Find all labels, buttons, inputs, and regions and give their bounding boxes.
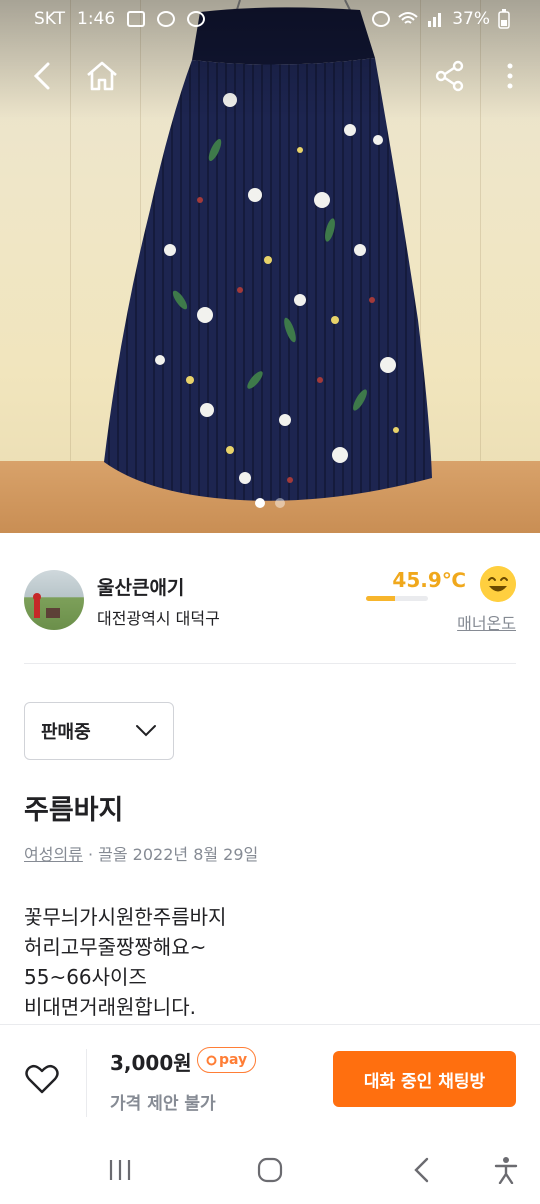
smile-face-icon <box>480 566 516 602</box>
like-button[interactable] <box>22 1059 62 1099</box>
wifi-icon <box>398 12 418 24</box>
post-meta: 여성의류 · 끌올 2022년 8월 29일 <box>24 841 258 865</box>
back-chevron-icon <box>414 1157 429 1183</box>
home-icon <box>87 61 117 91</box>
seller-location: 대전광역시 대덕구 <box>97 609 220 628</box>
avatar-photo <box>33 593 60 618</box>
carousel-indicator <box>0 498 540 508</box>
manner-temp-bar <box>366 596 428 601</box>
pay-logo-icon <box>206 1055 217 1065</box>
post-bump-date: · 끌올 2022년 8월 29일 <box>82 845 259 864</box>
more-vertical-icon <box>507 63 513 89</box>
accessibility-icon <box>494 1157 518 1184</box>
price: 3,000원 <box>110 1051 192 1075</box>
post-description: 꽃무늬가시원한주름바지 허리고무줄짱짱해요~ 55~66사이즈 비대면거래원합니… <box>24 905 227 1019</box>
divider <box>86 1049 87 1117</box>
battery-icon <box>498 9 510 29</box>
pay-badge-label: pay <box>219 1052 248 1068</box>
home-button[interactable] <box>76 50 128 102</box>
carousel-dot-active <box>255 498 265 508</box>
clock: 1:46 <box>77 9 116 29</box>
carousel-dot <box>275 498 285 508</box>
heart-icon <box>25 1064 59 1094</box>
recent-apps-button[interactable] <box>100 1152 140 1188</box>
manner-temp-fill <box>366 596 395 601</box>
carrier-label: SKT <box>34 9 66 29</box>
system-navigation-bar <box>0 1134 540 1204</box>
category-link[interactable]: 여성의류 <box>24 845 83 864</box>
gallery-icon <box>127 11 146 27</box>
more-button[interactable] <box>484 50 536 102</box>
share-button[interactable] <box>424 50 476 102</box>
price-offer-status: 가격 제안 불가 <box>110 1094 216 1114</box>
share-icon <box>435 60 464 92</box>
signal-icon <box>428 13 442 27</box>
sale-status-select[interactable]: 판매중 <box>24 702 174 760</box>
back-arrow-icon <box>33 62 50 90</box>
home-system-button[interactable] <box>250 1152 290 1188</box>
recent-apps-icon <box>109 1160 131 1180</box>
chat-rooms-button[interactable]: 대화 중인 채팅방 <box>333 1051 516 1107</box>
chat-bubble-icon <box>187 11 206 27</box>
seller-profile[interactable]: 울산큰애기 대전광역시 대덕구 45.9℃ 매너온도 <box>24 566 516 634</box>
battery-percent: 37% <box>452 9 490 29</box>
divider <box>24 663 516 664</box>
top-navigation <box>0 50 540 102</box>
back-button[interactable] <box>16 50 68 102</box>
manner-temp-link[interactable]: 매너온도 <box>457 610 516 634</box>
post-title: 주름바지 <box>24 795 124 826</box>
status-bar: SKT 1:46 37% <box>0 0 540 38</box>
bottom-action-bar: 3,000원 pay 가격 제안 불가 대화 중인 채팅방 <box>0 1024 540 1134</box>
chevron-down-icon <box>136 725 156 737</box>
pay-badge: pay <box>197 1047 257 1073</box>
manner-temperature: 45.9℃ <box>392 568 466 592</box>
sale-status-value: 판매중 <box>41 722 91 743</box>
accessibility-button[interactable] <box>486 1152 526 1188</box>
avatar[interactable] <box>24 570 84 630</box>
alarm-icon <box>372 11 391 27</box>
back-system-button[interactable] <box>402 1152 442 1188</box>
home-circle-icon <box>257 1157 283 1183</box>
seller-name[interactable]: 울산큰애기 <box>97 573 184 600</box>
lock-notification-icon <box>157 11 176 27</box>
